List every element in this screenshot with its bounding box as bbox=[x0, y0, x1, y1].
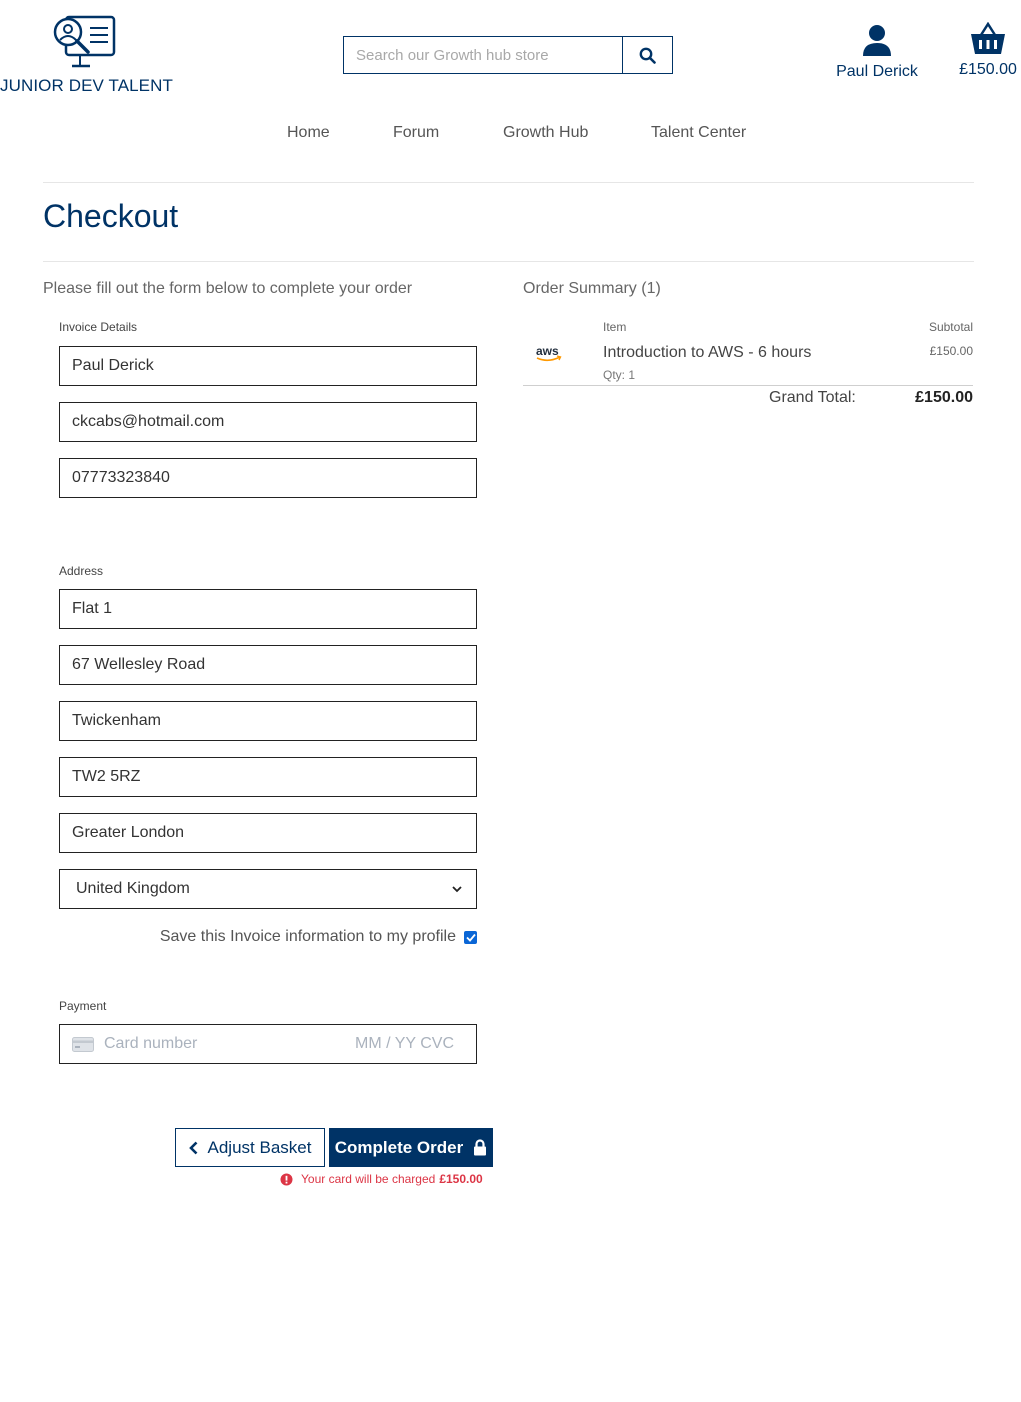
invoice-section-label: Invoice Details bbox=[59, 320, 138, 334]
postcode-field[interactable] bbox=[59, 757, 477, 797]
save-info-checkbox[interactable] bbox=[464, 930, 477, 944]
grand-total-label: Grand Total: bbox=[769, 389, 856, 406]
address-section-label: Address bbox=[59, 564, 104, 578]
town-input[interactable] bbox=[72, 712, 464, 730]
address-line2-input[interactable] bbox=[72, 656, 464, 674]
county-field[interactable] bbox=[59, 813, 477, 853]
checkmark-icon bbox=[465, 933, 476, 942]
email-field[interactable] bbox=[59, 402, 477, 442]
phone-field[interactable] bbox=[59, 458, 477, 498]
address-line1-input[interactable] bbox=[72, 600, 464, 618]
address-line2-field[interactable] bbox=[59, 645, 477, 685]
aws-logo: aws bbox=[523, 343, 573, 365]
charge-text: Your card will be charged bbox=[301, 1172, 436, 1186]
divider bbox=[43, 261, 974, 262]
payment-section-label: Payment bbox=[59, 999, 107, 1013]
county-input[interactable] bbox=[72, 824, 464, 842]
chevron-left-icon bbox=[188, 1141, 197, 1154]
adjust-basket-button[interactable]: Adjust Basket bbox=[175, 1128, 325, 1167]
order-summary-title: Order Summary (1) bbox=[523, 280, 661, 297]
basket-link[interactable]: £150.00 bbox=[955, 21, 1021, 79]
charge-notice: Your card will be charged £150.00 bbox=[280, 1170, 483, 1188]
card-number-placeholder: Card number bbox=[104, 1035, 198, 1052]
nav-growth-hub[interactable]: Growth Hub bbox=[503, 124, 588, 142]
country-value: United Kingdom bbox=[76, 880, 190, 897]
complete-order-button[interactable]: Complete Order bbox=[329, 1128, 493, 1167]
full-name-input[interactable] bbox=[72, 357, 464, 375]
postcode-input[interactable] bbox=[72, 768, 464, 786]
item-subtotal: £150.00 bbox=[929, 344, 973, 358]
search-icon bbox=[639, 47, 656, 64]
item-qty: Qty: 1 bbox=[603, 368, 636, 382]
basket-total: £150.00 bbox=[959, 61, 1017, 78]
logo-icon bbox=[53, 15, 116, 68]
brand-logo[interactable]: JUNIOR DEV TALENT bbox=[0, 14, 180, 98]
brand-name: JUNIOR DEV TALENT bbox=[0, 76, 173, 95]
town-field[interactable] bbox=[59, 701, 477, 741]
adjust-basket-label: Adjust Basket bbox=[207, 1137, 312, 1157]
basket-icon bbox=[971, 21, 1005, 54]
card-input[interactable]: Card number MM / YY CVC bbox=[59, 1024, 477, 1064]
nav-forum[interactable]: Forum bbox=[393, 124, 439, 142]
save-info-label: Save this Invoice information to my prof… bbox=[159, 928, 456, 945]
country-select[interactable]: United Kingdom bbox=[59, 869, 477, 909]
main-nav: Home Forum Growth Hub Talent Center bbox=[0, 124, 1021, 146]
summary-divider bbox=[523, 385, 973, 386]
nav-talent-center[interactable]: Talent Center bbox=[651, 124, 746, 142]
address-line1-field[interactable] bbox=[59, 589, 477, 629]
summary-col-item: Item bbox=[603, 320, 627, 334]
alert-icon bbox=[280, 1173, 293, 1185]
page-title: Checkout bbox=[43, 198, 179, 234]
phone-input[interactable] bbox=[72, 469, 464, 487]
full-name-field[interactable] bbox=[59, 346, 477, 386]
complete-order-label: Complete Order bbox=[334, 1137, 464, 1157]
user-icon bbox=[863, 25, 891, 56]
card-expiry-cvc-placeholder: MM / YY CVC bbox=[355, 1035, 454, 1052]
lock-icon bbox=[474, 1139, 487, 1156]
credit-card-icon bbox=[72, 1036, 94, 1052]
grand-total-value: £150.00 bbox=[915, 389, 973, 406]
aws-logo-text: aws bbox=[536, 344, 559, 358]
item-name[interactable]: Introduction to AWS - 6 hours bbox=[603, 344, 811, 362]
chevron-down-icon bbox=[452, 885, 462, 892]
nav-home[interactable]: Home bbox=[287, 124, 330, 142]
save-info-row: Save this Invoice information to my prof… bbox=[59, 926, 477, 948]
account-link[interactable]: Paul Derick bbox=[832, 24, 922, 81]
email-input[interactable] bbox=[72, 413, 464, 431]
account-name: Paul Derick bbox=[836, 63, 918, 80]
search-button[interactable] bbox=[622, 37, 672, 73]
divider bbox=[43, 182, 974, 183]
summary-col-subtotal: Subtotal bbox=[928, 320, 973, 334]
search-input[interactable] bbox=[344, 37, 622, 73]
form-instructions: Please fill out the form below to comple… bbox=[43, 280, 413, 297]
search-bar bbox=[343, 36, 673, 74]
charge-amount: £150.00 bbox=[439, 1172, 483, 1186]
